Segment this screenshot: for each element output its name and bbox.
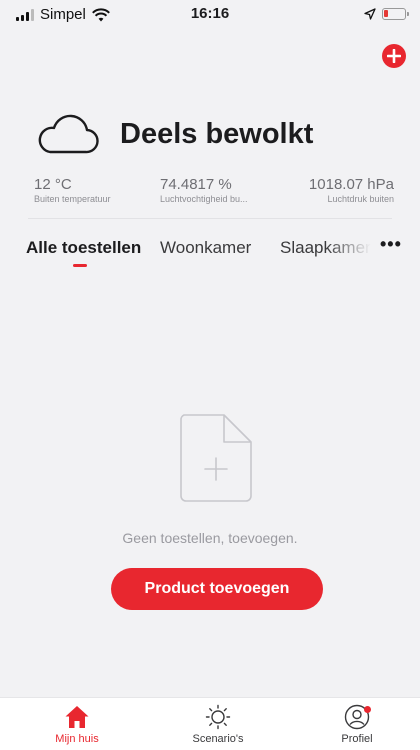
nav-scenarios[interactable]: Scenario's — [173, 704, 263, 745]
weather-stats: 12 °C Buiten temperatuur 74.4817 % Lucht… — [34, 176, 394, 216]
stat-humidity: 74.4817 % Luchtvochtigheid bu... — [160, 176, 280, 204]
stat-value: 1018.07 hPa — [308, 176, 394, 193]
empty-document-icon — [180, 414, 252, 502]
nav-label: Profiel — [341, 733, 373, 745]
stat-label: Luchtdruk buiten — [327, 194, 394, 204]
stat-value: 74.4817 % — [160, 176, 232, 193]
location-arrow-icon — [364, 8, 376, 20]
bottom-nav: Mijn huis Scenario's Profiel — [0, 697, 420, 750]
add-product-button[interactable]: Product toevoegen — [111, 568, 323, 610]
plus-icon — [387, 49, 401, 63]
nav-label: Scenario's — [192, 733, 244, 745]
stat-label: Buiten temperatuur — [34, 194, 111, 204]
tab-all-devices[interactable]: Alle toestellen — [26, 238, 141, 258]
weather-header: Deels bewolkt — [36, 112, 313, 156]
more-tabs-button[interactable]: ••• — [380, 238, 408, 255]
stat-value: 12 °C — [34, 176, 72, 193]
nav-profile[interactable]: Profiel — [312, 704, 402, 745]
home-icon — [65, 706, 89, 728]
tab-indicator — [73, 264, 87, 267]
nav-label: Mijn huis — [55, 733, 99, 745]
add-button[interactable] — [382, 44, 406, 68]
cloud-icon — [38, 114, 99, 154]
stat-label: Luchtvochtigheid bu... — [160, 194, 248, 204]
tab-fade — [326, 238, 386, 264]
room-tabs: Alle toestellen Woonkamer Slaapkamer ••• — [26, 238, 408, 278]
battery-icon — [382, 8, 409, 20]
stat-temperature: 12 °C Buiten temperatuur — [34, 176, 111, 204]
status-time: 16:16 — [190, 5, 230, 22]
nav-home[interactable]: Mijn huis — [32, 704, 122, 745]
empty-state-message: Geen toestellen, toevoegen. — [122, 530, 298, 546]
sun-icon — [205, 704, 231, 730]
stat-pressure: 1018.07 hPa Luchtdruk buiten — [309, 176, 394, 204]
divider — [28, 218, 392, 219]
status-bar: Simpel 16:16 — [0, 0, 420, 30]
weather-condition: Deels bewolkt — [120, 117, 314, 150]
notification-dot — [364, 706, 371, 713]
tab-living-room[interactable]: Woonkamer — [160, 238, 251, 258]
